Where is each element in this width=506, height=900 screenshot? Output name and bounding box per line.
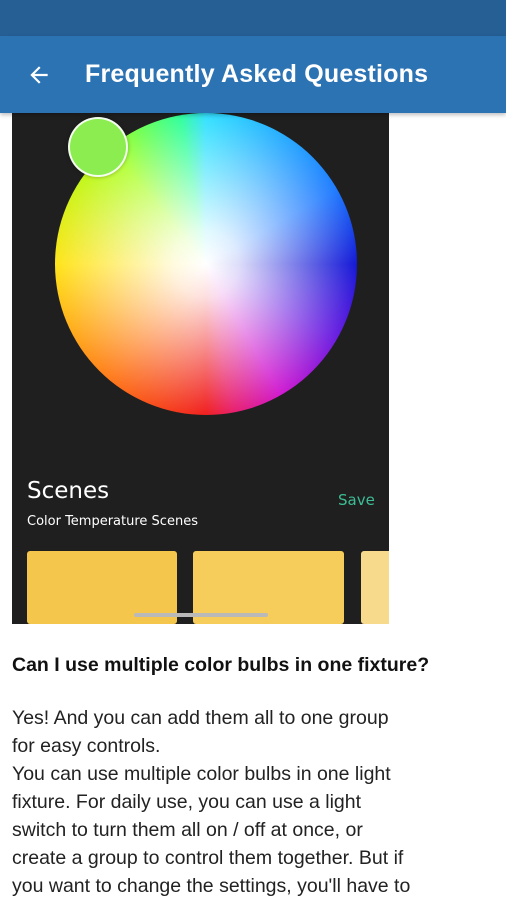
answer-line: Yes! And you can add them all to one gro… xyxy=(12,707,389,729)
color-wheel-handle xyxy=(68,117,128,177)
answer-line: for easy controls. xyxy=(12,735,161,757)
faq-question: Can I use multiple color bulbs in one fi… xyxy=(12,654,430,676)
app-bar: Frequently Asked Questions xyxy=(0,36,506,113)
answer-line: fixture. For daily use, you can use a li… xyxy=(12,791,362,813)
scene-card xyxy=(361,551,389,624)
answer-line: create a group to control them together.… xyxy=(12,847,404,869)
scenes-subtitle: Color Temperature Scenes xyxy=(27,514,198,529)
save-label: Save xyxy=(338,491,375,509)
arrow-back-icon xyxy=(30,66,48,84)
answer-line: You can use multiple color bulbs in one … xyxy=(12,763,391,785)
page-title: Frequently Asked Questions xyxy=(85,60,429,88)
answer-line: you want to change the settings, you'll … xyxy=(12,875,411,897)
answer-line: switch to turn them all on / off at once… xyxy=(12,819,363,841)
faq-illustration-screenshot: Scenes Color Temperature Scenes Save xyxy=(12,113,389,624)
status-bar xyxy=(0,0,506,36)
scenes-title: Scenes xyxy=(27,478,110,504)
back-button[interactable] xyxy=(18,54,60,96)
faq-answer: Yes! And you can add them all to one gro… xyxy=(12,704,498,900)
home-indicator xyxy=(134,613,268,617)
